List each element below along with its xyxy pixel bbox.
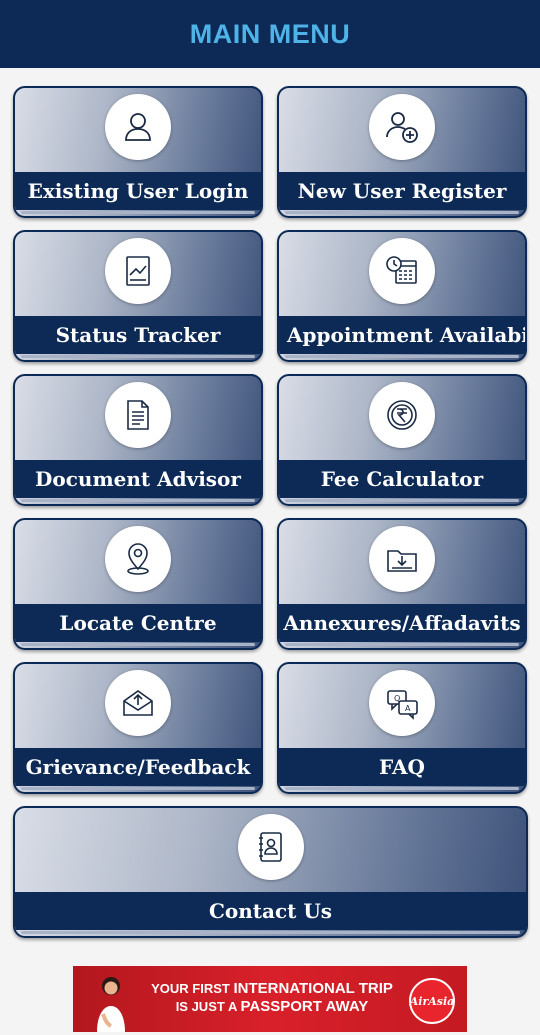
status-tracker-button[interactable]: Status Tracker (13, 230, 263, 362)
ad-line1-small: YOUR FIRST (151, 981, 230, 996)
advertisement-banner[interactable]: YOUR FIRST INTERNATIONAL TRIP IS JUST A … (73, 966, 467, 1032)
grievance-feedback-button[interactable]: Grievance/Feedback (13, 662, 263, 794)
add-user-icon (369, 94, 435, 160)
download-folder-icon (369, 526, 435, 592)
ad-text: YOUR FIRST INTERNATIONAL TRIP IS JUST A … (141, 980, 403, 1016)
chart-document-icon (105, 238, 171, 304)
existing-user-login-button[interactable]: Existing User Login (13, 86, 263, 218)
status-tracker-label: Status Tracker (55, 323, 221, 347)
document-icon (105, 382, 171, 448)
calendar-clock-icon (369, 238, 435, 304)
contact-us-label: Contact Us (208, 899, 333, 923)
rupee-coin-icon (369, 382, 435, 448)
location-pin-icon (105, 526, 171, 592)
annexures-affadavits-label: Annexures/Affadavits (283, 611, 521, 635)
page-title: MAIN MENU (189, 18, 351, 49)
annexures-affadavits-button[interactable]: Annexures/Affadavits (277, 518, 527, 650)
faq-button[interactable]: Q A FAQ (277, 662, 527, 794)
fee-calculator-label: Fee Calculator (320, 467, 484, 491)
ad-brand-label: AirAsia (409, 994, 455, 1008)
svg-text:Q: Q (394, 694, 400, 703)
locate-centre-button[interactable]: Locate Centre (13, 518, 263, 650)
locate-centre-label: Locate Centre (59, 611, 217, 635)
contact-us-button[interactable]: Contact Us (13, 806, 528, 938)
new-user-register-label: New User Register (297, 179, 507, 203)
ad-line2-big: PASSPORT AWAY (240, 998, 369, 1015)
document-advisor-button[interactable]: Document Advisor (13, 374, 263, 506)
faq-label: FAQ (379, 755, 425, 779)
grievance-feedback-label: Grievance/Feedback (25, 755, 251, 779)
qa-chat-icon: Q A (369, 670, 435, 736)
appointment-availability-button[interactable]: Appointment Availabi (277, 230, 527, 362)
airasia-logo: AirAsia (409, 978, 455, 1024)
ad-line1-big: INTERNATIONAL TRIP (233, 980, 393, 997)
svg-text:A: A (405, 704, 411, 713)
contact-book-icon (237, 814, 304, 880)
fee-calculator-button[interactable]: Fee Calculator (277, 374, 527, 506)
new-user-register-button[interactable]: New User Register (277, 86, 527, 218)
user-icon (105, 94, 171, 160)
ad-line2-small: IS JUST A (175, 999, 237, 1014)
appointment-availability-label: Appointment Availabi (287, 323, 525, 347)
ad-person-image (97, 977, 125, 1032)
existing-user-login-label: Existing User Login (27, 179, 249, 203)
app-header: MAIN MENU (0, 0, 540, 68)
document-advisor-label: Document Advisor (35, 467, 241, 491)
upload-mail-icon (105, 670, 171, 736)
